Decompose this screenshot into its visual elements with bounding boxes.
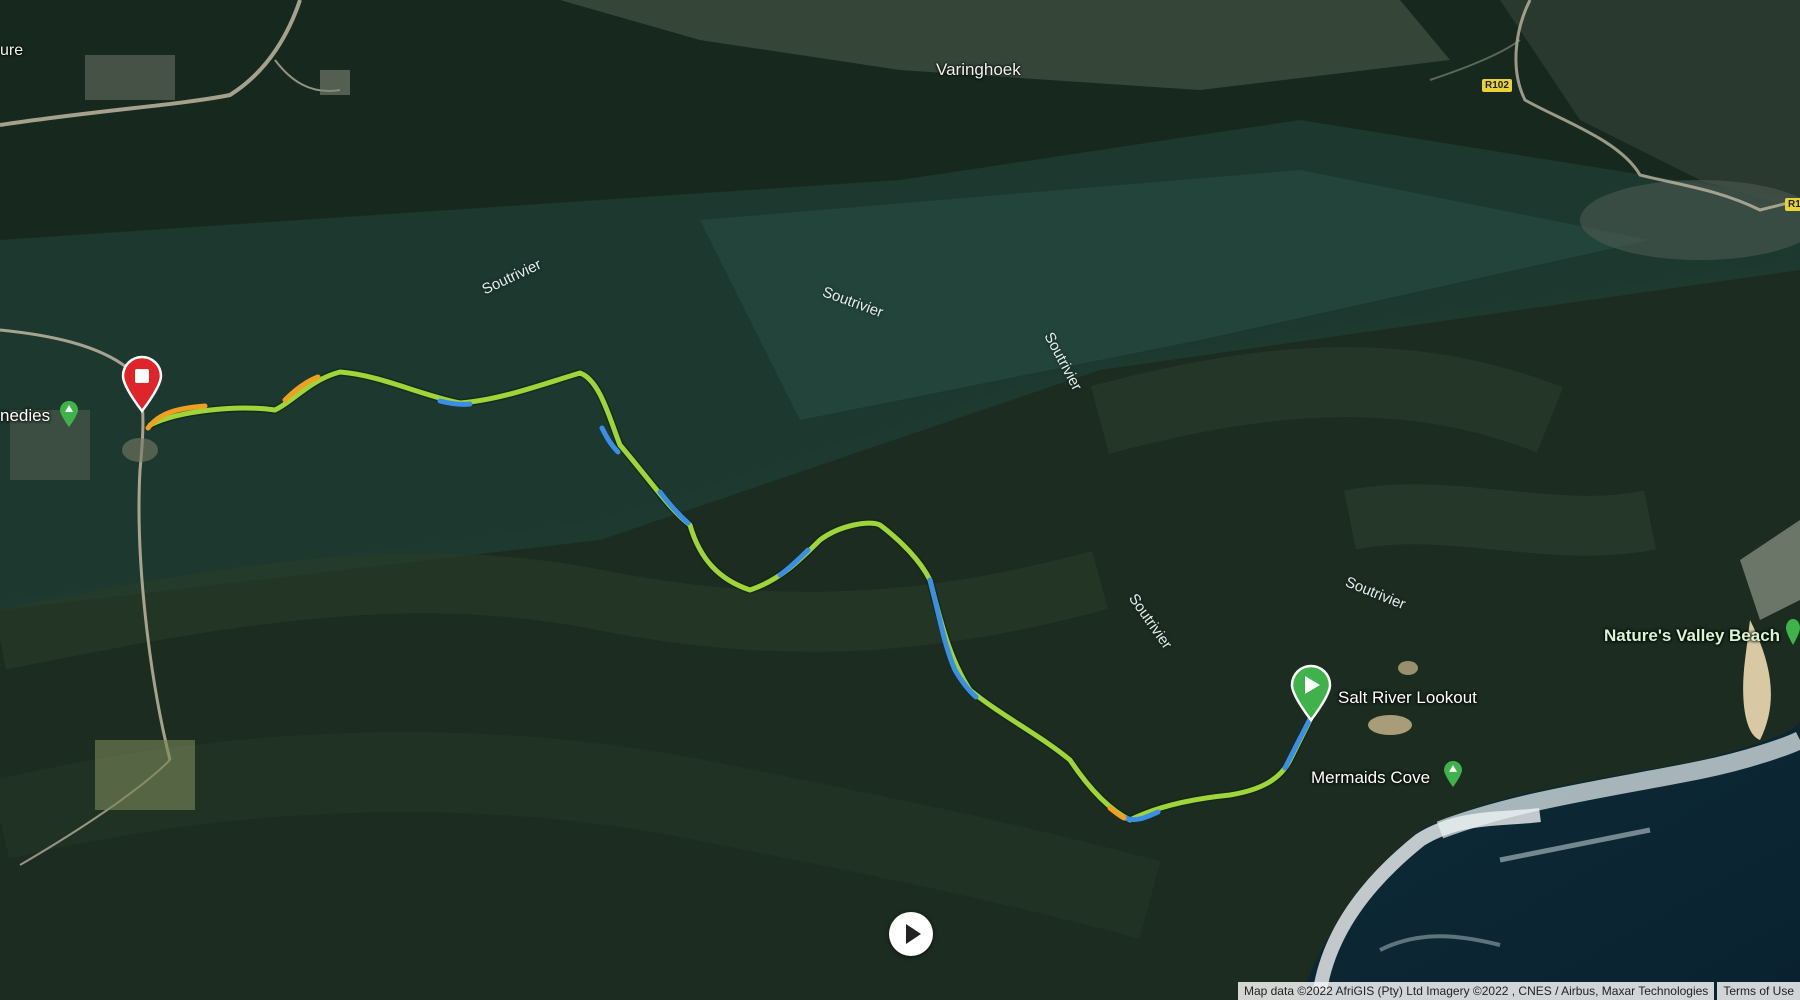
route-segment-blue <box>777 547 811 578</box>
route-segment-blue <box>657 489 691 526</box>
poi-label-left[interactable]: nedies <box>0 406 50 426</box>
trail-route[interactable] <box>0 0 1800 1000</box>
terms-of-use-link[interactable]: Terms of Use <box>1717 982 1800 1000</box>
road-shield-r102: R102 <box>1482 79 1512 92</box>
poi-label-natures-valley-beach[interactable]: Nature's Valley Beach <box>1604 626 1780 646</box>
road-shield-r1: R1 <box>1785 198 1800 211</box>
poi-label-salt-river-lookout[interactable]: Salt River Lookout <box>1338 688 1477 708</box>
park-pin-icon[interactable] <box>1786 618 1800 646</box>
play-button-icon <box>906 924 921 944</box>
map-attribution-bar: Map data ©2022 AfriGIS (Pty) Ltd Imagery… <box>1237 982 1800 1000</box>
satellite-map[interactable]: ure Varinghoek Soutrivier Soutrivier Sou… <box>0 0 1800 1000</box>
park-pin-icon[interactable] <box>1442 760 1464 788</box>
play-pin-icon[interactable] <box>1289 664 1333 722</box>
park-pin-icon[interactable] <box>58 400 80 428</box>
stop-pin-icon[interactable] <box>120 355 164 413</box>
route-segment-green <box>147 369 1323 823</box>
place-label-top-left: ure <box>0 42 24 59</box>
attribution-text: Map data ©2022 AfriGIS (Pty) Ltd Imagery… <box>1237 982 1715 1000</box>
place-label-varinghoek: Varinghoek <box>936 60 1021 79</box>
poi-label-mermaids-cove[interactable]: Mermaids Cove <box>1311 768 1430 788</box>
route-segment-blue <box>927 577 979 700</box>
play-button[interactable] <box>889 912 933 956</box>
route-shadow <box>146 368 1324 824</box>
